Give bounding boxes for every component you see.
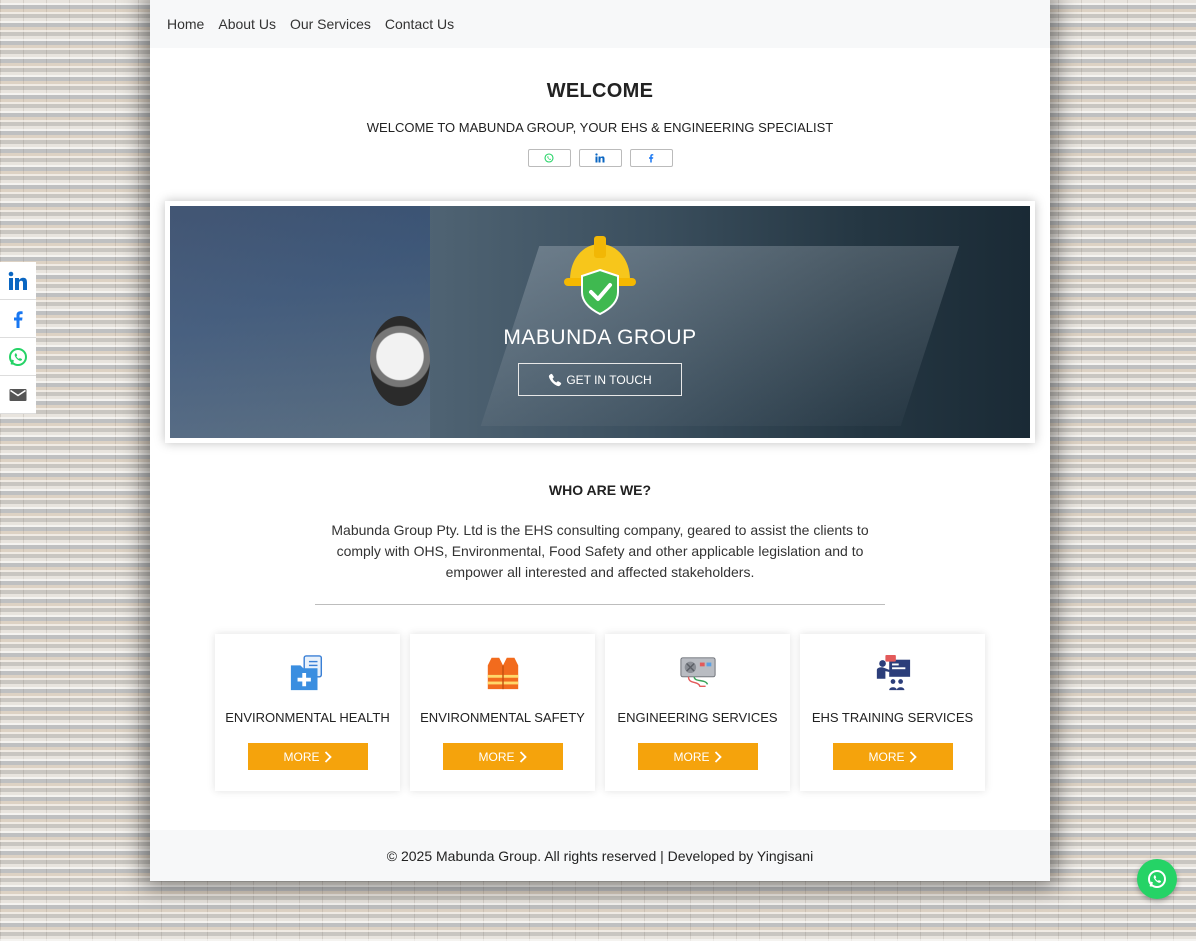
nav-contact-us[interactable]: Contact Us: [385, 16, 454, 32]
more-label: MORE: [478, 749, 515, 764]
power-supply-icon: [679, 657, 716, 688]
hero-title: MABUNDA GROUP: [503, 326, 697, 349]
ehs-training-services-more-button[interactable]: MORE: [832, 743, 953, 770]
whatsapp-icon: [9, 347, 27, 366]
share-linkedin-button[interactable]: [578, 149, 622, 167]
more-label: MORE: [868, 749, 905, 764]
phone-icon: [549, 373, 562, 386]
chevron-right-icon: [519, 750, 527, 763]
share-whatsapp-button[interactable]: [527, 149, 571, 167]
nav-our-services[interactable]: Our Services: [290, 16, 371, 32]
section-divider: [315, 604, 885, 605]
more-label: MORE: [283, 749, 320, 764]
side-share-facebook[interactable]: [0, 300, 36, 338]
share-facebook-button[interactable]: [629, 149, 673, 167]
top-navigation: Home About Us Our Services Contact Us: [150, 0, 1050, 48]
whatsapp-icon: [1148, 870, 1166, 888]
service-title: ENVIRONMENTAL HEALTH: [225, 710, 390, 725]
service-title: ENVIRONMENTAL SAFETY: [420, 710, 585, 725]
engineering-services-more-button[interactable]: MORE: [637, 743, 758, 770]
service-card-environmental-safety: ENVIRONMENTAL SAFETY MORE: [410, 634, 595, 791]
get-in-touch-button[interactable]: GET IN TOUCH: [518, 363, 682, 396]
chevron-right-icon: [909, 750, 917, 763]
service-card-environmental-health: ENVIRONMENTAL HEALTH MORE: [215, 634, 400, 791]
environmental-safety-more-button[interactable]: MORE: [442, 743, 563, 770]
safety-vest-icon: [487, 657, 518, 690]
linkedin-icon: [8, 271, 27, 290]
footer: © 2025 Mabunda Group. All rights reserve…: [150, 830, 1050, 881]
who-are-we-text: Mabunda Group Pty. Ltd is the EHS consul…: [331, 522, 869, 580]
get-in-touch-label: GET IN TOUCH: [566, 372, 652, 387]
side-share-linkedin[interactable]: [0, 262, 36, 300]
email-icon: [9, 388, 27, 401]
page-container: Home About Us Our Services Contact Us WE…: [150, 0, 1050, 881]
service-card-engineering-services: ENGINEERING SERVICES MORE: [605, 634, 790, 791]
hero-frame: MABUNDA GROUP GET IN TOUCH: [165, 201, 1035, 443]
nav-home[interactable]: Home: [167, 16, 204, 32]
helmet-shield-icon: [564, 236, 636, 316]
whatsapp-icon: [544, 153, 554, 163]
facebook-icon: [14, 310, 23, 328]
welcome-title: WELCOME: [546, 80, 654, 102]
hero-banner: MABUNDA GROUP GET IN TOUCH: [170, 206, 1030, 438]
environmental-health-more-button[interactable]: MORE: [247, 743, 368, 770]
service-title: ENGINEERING SERVICES: [617, 710, 778, 725]
service-title: EHS TRAINING SERVICES: [811, 710, 974, 725]
whatsapp-chat-button[interactable]: [1137, 859, 1177, 899]
more-label: MORE: [673, 749, 710, 764]
medical-folder-icon: [290, 655, 322, 691]
side-share-whatsapp[interactable]: [0, 338, 36, 376]
welcome-subtitle: WELCOME TO MABUNDA GROUP, YOUR EHS & ENG…: [366, 120, 834, 135]
chevron-right-icon: [714, 750, 722, 763]
hero-content: MABUNDA GROUP GET IN TOUCH: [170, 206, 1030, 438]
share-buttons: [150, 149, 1050, 167]
footer-copyright: © 2025 Mabunda Group. All rights reserve…: [386, 847, 814, 864]
side-share-bar: [0, 262, 36, 414]
training-presentation-icon: [876, 654, 910, 691]
services-cards: ENVIRONMENTAL HEALTH MORE ENVIRONMENTAL …: [150, 634, 1050, 791]
facebook-icon: [649, 154, 654, 163]
linkedin-icon: [595, 153, 605, 163]
chevron-right-icon: [324, 750, 332, 763]
service-card-ehs-training-services: EHS TRAINING SERVICES MORE: [800, 634, 985, 791]
side-share-email[interactable]: [0, 376, 36, 414]
nav-about-us[interactable]: About Us: [218, 16, 276, 32]
who-are-we-title: WHO ARE WE?: [548, 482, 652, 498]
